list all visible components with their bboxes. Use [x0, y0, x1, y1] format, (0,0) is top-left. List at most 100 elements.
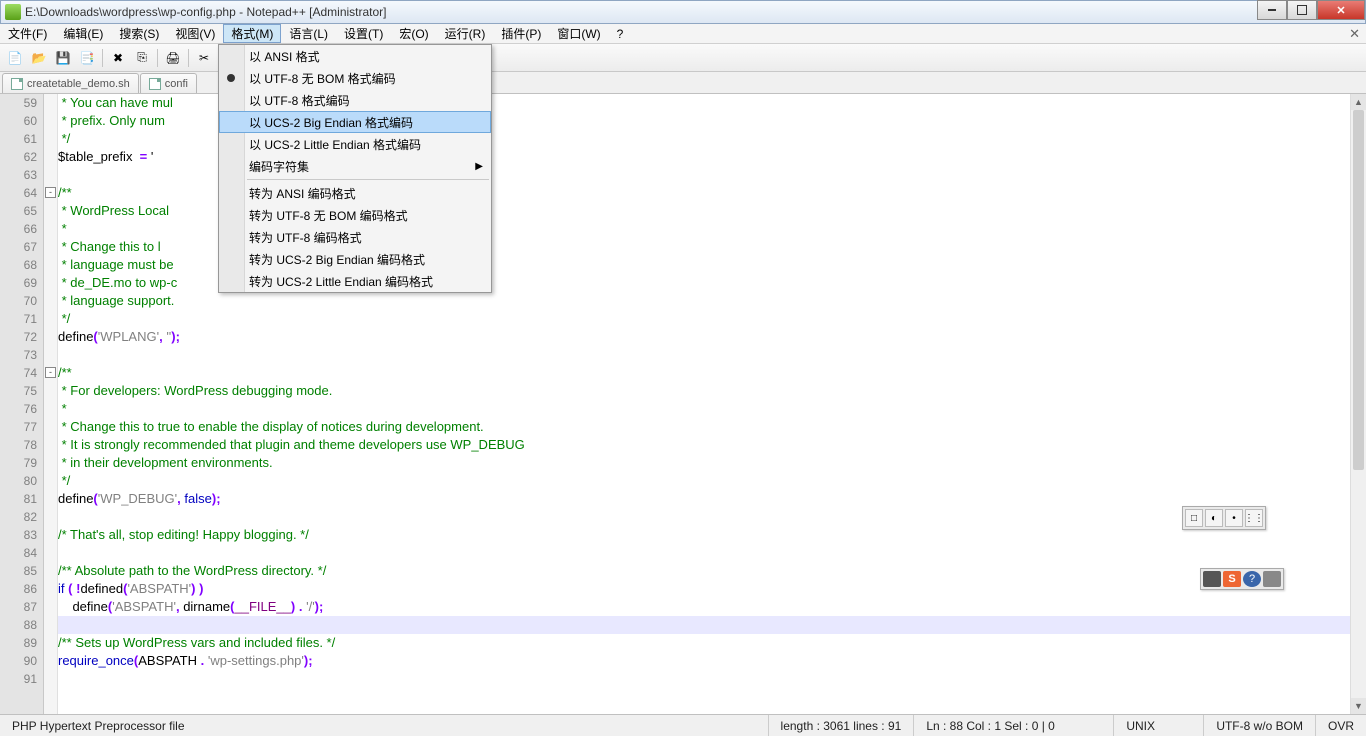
encoding-menu-item[interactable]: 转为 UCS-2 Little Endian 编码格式	[219, 270, 491, 292]
statusbar: PHP Hypertext Preprocessor file length :…	[0, 714, 1366, 736]
code-line[interactable]: * language support.	[58, 292, 1350, 310]
save-icon[interactable]: 💾	[52, 47, 74, 69]
status-length: length : 3061 lines : 91	[769, 715, 915, 736]
code-line[interactable]: if ( !defined('ABSPATH') )	[58, 580, 1350, 598]
encoding-menu-item[interactable]: 以 UCS-2 Big Endian 格式编码	[219, 111, 491, 133]
tool-icon[interactable]: □	[1185, 509, 1203, 527]
fold-toggle-icon[interactable]: -	[45, 367, 56, 378]
menu-item[interactable]: 插件(P)	[493, 24, 549, 43]
menu-item[interactable]: ?	[609, 24, 632, 43]
print-icon[interactable]: 🖨	[162, 47, 184, 69]
code-line[interactable]: define('WPLANG', '');	[58, 328, 1350, 346]
window-titlebar: E:\Downloads\wordpress\wp-config.php - N…	[0, 0, 1366, 24]
encoding-menu-item[interactable]: 转为 ANSI 编码格式	[219, 182, 491, 204]
close-file-icon[interactable]: ✖	[107, 47, 129, 69]
code-editor[interactable]: 5960616263646566676869707172737475767778…	[0, 94, 1366, 714]
ime-menu-icon[interactable]	[1263, 571, 1281, 587]
line-number: 79	[0, 454, 43, 472]
open-file-icon[interactable]: 📂	[28, 47, 50, 69]
line-number: 60	[0, 112, 43, 130]
menu-item[interactable]: 宏(O)	[391, 24, 436, 43]
scrollbar-thumb[interactable]	[1353, 110, 1364, 470]
line-number: 76	[0, 400, 43, 418]
code-line[interactable]	[58, 544, 1350, 562]
code-line[interactable]: /** Absolute path to the WordPress direc…	[58, 562, 1350, 580]
encoding-menu-item[interactable]: 转为 UTF-8 编码格式	[219, 226, 491, 248]
code-line[interactable]: /**	[58, 364, 1350, 382]
menu-item[interactable]: 窗口(W)	[549, 24, 608, 43]
menu-item[interactable]: 编辑(E)	[55, 24, 111, 43]
ime-help-icon[interactable]: ?	[1243, 571, 1261, 587]
menu-item[interactable]: 设置(T)	[336, 24, 391, 43]
floating-toolbar[interactable]: □ ◐ • ⋮⋮	[1182, 506, 1266, 530]
code-line[interactable]: */	[58, 472, 1350, 490]
code-line[interactable]: require_once(ABSPATH . 'wp-settings.php'…	[58, 652, 1350, 670]
code-line[interactable]: *	[58, 400, 1350, 418]
toolbar-separator	[157, 49, 158, 67]
code-line[interactable]	[58, 616, 1350, 634]
code-line[interactable]	[58, 508, 1350, 526]
fold-toggle-icon[interactable]: -	[45, 187, 56, 198]
line-number: 83	[0, 526, 43, 544]
ime-bar[interactable]: S ?	[1200, 568, 1284, 590]
fold-column: --	[44, 94, 58, 714]
ime-s-icon[interactable]: S	[1223, 571, 1241, 587]
tool-icon[interactable]: ⋮⋮	[1245, 509, 1263, 527]
code-line[interactable]	[58, 670, 1350, 688]
line-number: 64	[0, 184, 43, 202]
code-line[interactable]	[58, 346, 1350, 364]
tool-icon[interactable]: ◐	[1205, 509, 1223, 527]
window-controls	[1257, 0, 1365, 20]
code-line[interactable]: define('WP_DEBUG', false);	[58, 490, 1350, 508]
encoding-menu-item[interactable]: 转为 UCS-2 Big Endian 编码格式	[219, 248, 491, 270]
line-number: 89	[0, 634, 43, 652]
menu-item[interactable]: 视图(V)	[167, 24, 223, 43]
scroll-up-icon[interactable]: ▲	[1351, 94, 1366, 110]
encoding-menu-item[interactable]: 以 ANSI 格式	[219, 45, 491, 67]
code-line[interactable]: * in their development environments.	[58, 454, 1350, 472]
encoding-menu-item[interactable]: 编码字符集▶	[219, 155, 491, 177]
tab-config-partial[interactable]: confi ✕	[140, 73, 197, 93]
tool-icon[interactable]: •	[1225, 509, 1243, 527]
line-number: 61	[0, 130, 43, 148]
line-number: 81	[0, 490, 43, 508]
code-line[interactable]: * Change this to true to enable the disp…	[58, 418, 1350, 436]
encoding-menu-item[interactable]: 以 UTF-8 格式编码	[219, 89, 491, 111]
scroll-down-icon[interactable]: ▼	[1351, 698, 1366, 714]
encoding-menu-item[interactable]: 转为 UTF-8 无 BOM 编码格式	[219, 204, 491, 226]
tab-label: createtable_demo.sh	[27, 78, 130, 90]
menubar: 文件(F)编辑(E)搜索(S)视图(V)格式(M)语言(L)设置(T)宏(O)运…	[0, 24, 1366, 44]
code-line[interactable]: define('ABSPATH', dirname(__FILE__) . '/…	[58, 598, 1350, 616]
code-line[interactable]: * For developers: WordPress debugging mo…	[58, 382, 1350, 400]
line-number: 78	[0, 436, 43, 454]
code-line[interactable]: */	[58, 310, 1350, 328]
window-title: E:\Downloads\wordpress\wp-config.php - N…	[25, 5, 387, 19]
menu-item[interactable]: 运行(R)	[437, 24, 494, 43]
cut-icon[interactable]: ✂	[193, 47, 215, 69]
line-number: 65	[0, 202, 43, 220]
menu-item[interactable]: 语言(L)	[281, 24, 336, 43]
menu-item[interactable]: 格式(M)	[223, 24, 281, 43]
line-number: 62	[0, 148, 43, 166]
line-number: 71	[0, 310, 43, 328]
maximize-button[interactable]	[1287, 0, 1317, 20]
status-eol: UNIX	[1114, 715, 1204, 736]
keyboard-icon[interactable]	[1203, 571, 1221, 587]
code-line[interactable]: /* That's all, stop editing! Happy blogg…	[58, 526, 1350, 544]
code-line[interactable]: * It is strongly recommended that plugin…	[58, 436, 1350, 454]
line-number: 84	[0, 544, 43, 562]
menu-item[interactable]: 文件(F)	[0, 24, 55, 43]
close-button[interactable]	[1317, 0, 1365, 20]
vertical-scrollbar[interactable]: ▲ ▼	[1350, 94, 1366, 714]
line-number: 66	[0, 220, 43, 238]
tab-createtable[interactable]: createtable_demo.sh	[2, 73, 139, 93]
encoding-menu-item[interactable]: 以 UTF-8 无 BOM 格式编码	[219, 67, 491, 89]
mdi-close-icon[interactable]: ✕	[1349, 26, 1360, 42]
code-line[interactable]: /** Sets up WordPress vars and included …	[58, 634, 1350, 652]
save-all-icon[interactable]: 📑	[76, 47, 98, 69]
new-file-icon[interactable]: 📄	[4, 47, 26, 69]
menu-item[interactable]: 搜索(S)	[111, 24, 167, 43]
minimize-button[interactable]	[1257, 0, 1287, 20]
encoding-menu-item[interactable]: 以 UCS-2 Little Endian 格式编码	[219, 133, 491, 155]
close-all-icon[interactable]: ⎘	[131, 47, 153, 69]
